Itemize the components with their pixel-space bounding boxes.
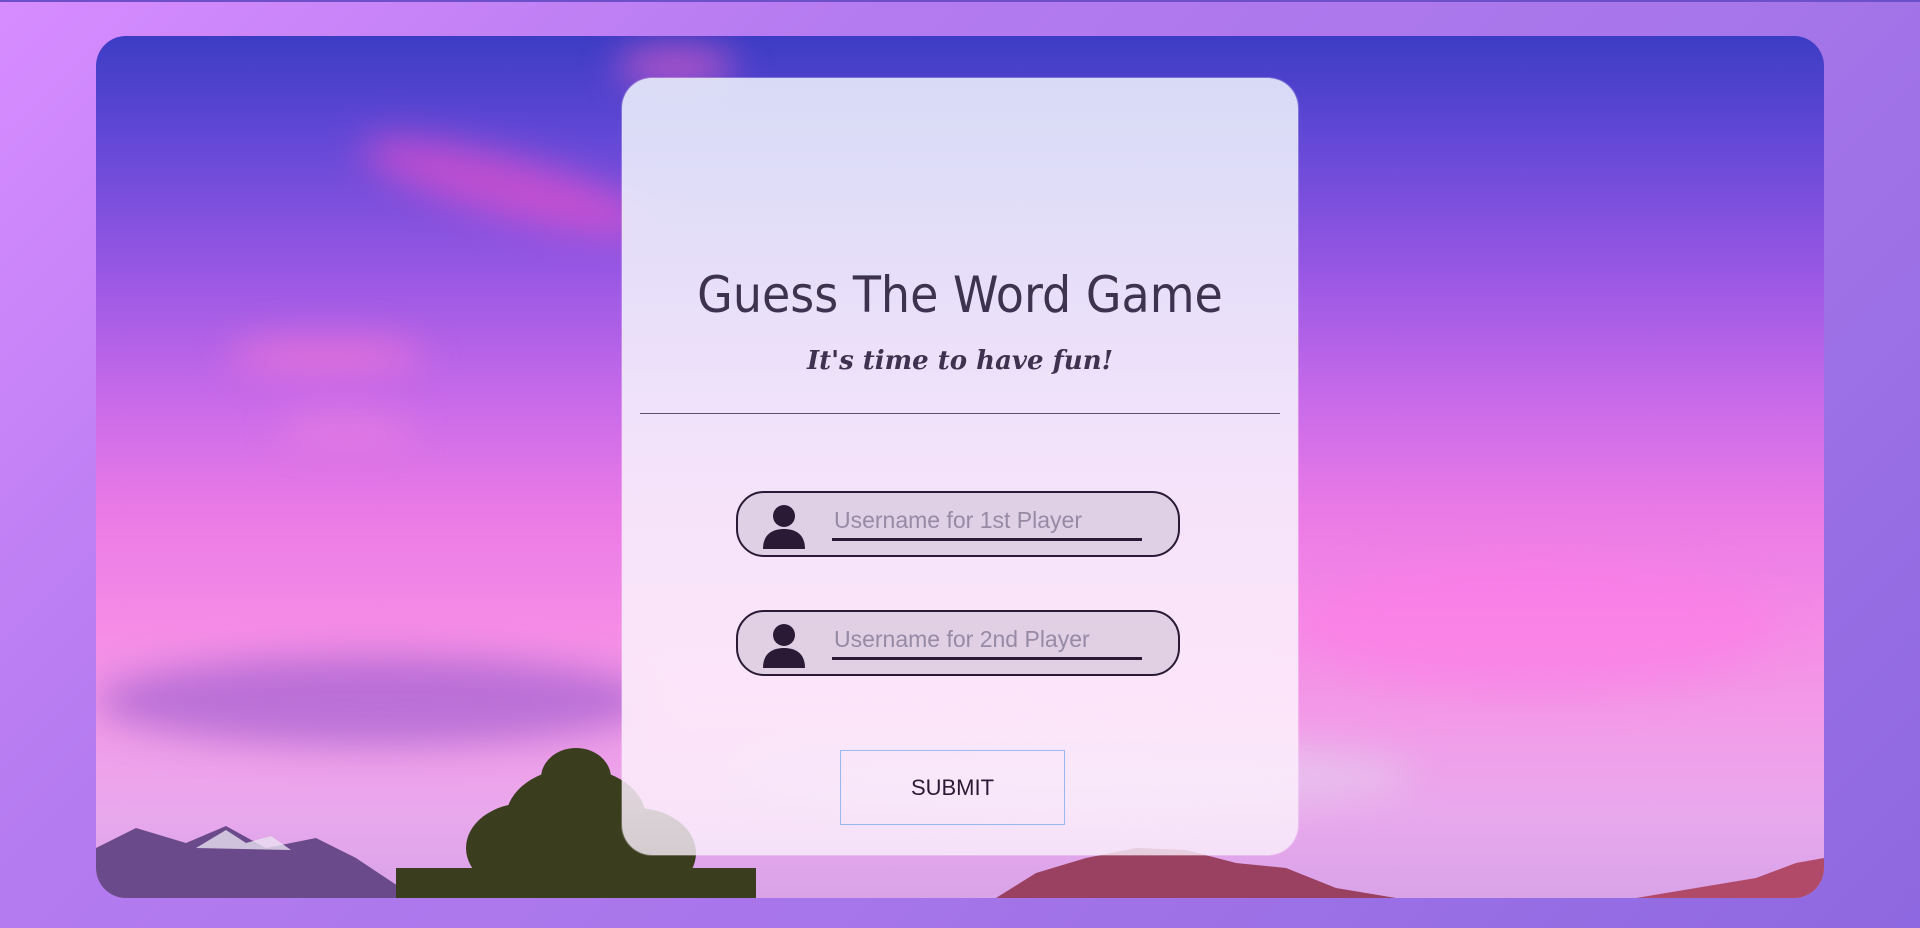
divider [640,413,1280,414]
player2-username-input[interactable] [832,622,1142,660]
user-icon [763,624,805,668]
cloud-glow [276,416,416,442]
page-subtitle: It's time to have fun! [806,346,1114,376]
page-title: Guess The Word Game [697,266,1223,324]
cloud-glow [353,118,659,254]
right-mountains [996,848,1396,898]
cloud-glow [1296,556,1776,696]
player1-field [736,491,1180,557]
right-hill [1636,858,1824,898]
login-card: Guess The Word Game It's time to have fu… [622,78,1298,855]
submit-button[interactable]: SUBMIT [840,750,1065,825]
player1-username-input[interactable] [832,503,1142,541]
player2-field [736,610,1180,676]
cloud-glow [226,336,426,376]
user-icon [763,505,805,549]
top-border [0,0,1920,2]
left-mountains [96,826,416,898]
